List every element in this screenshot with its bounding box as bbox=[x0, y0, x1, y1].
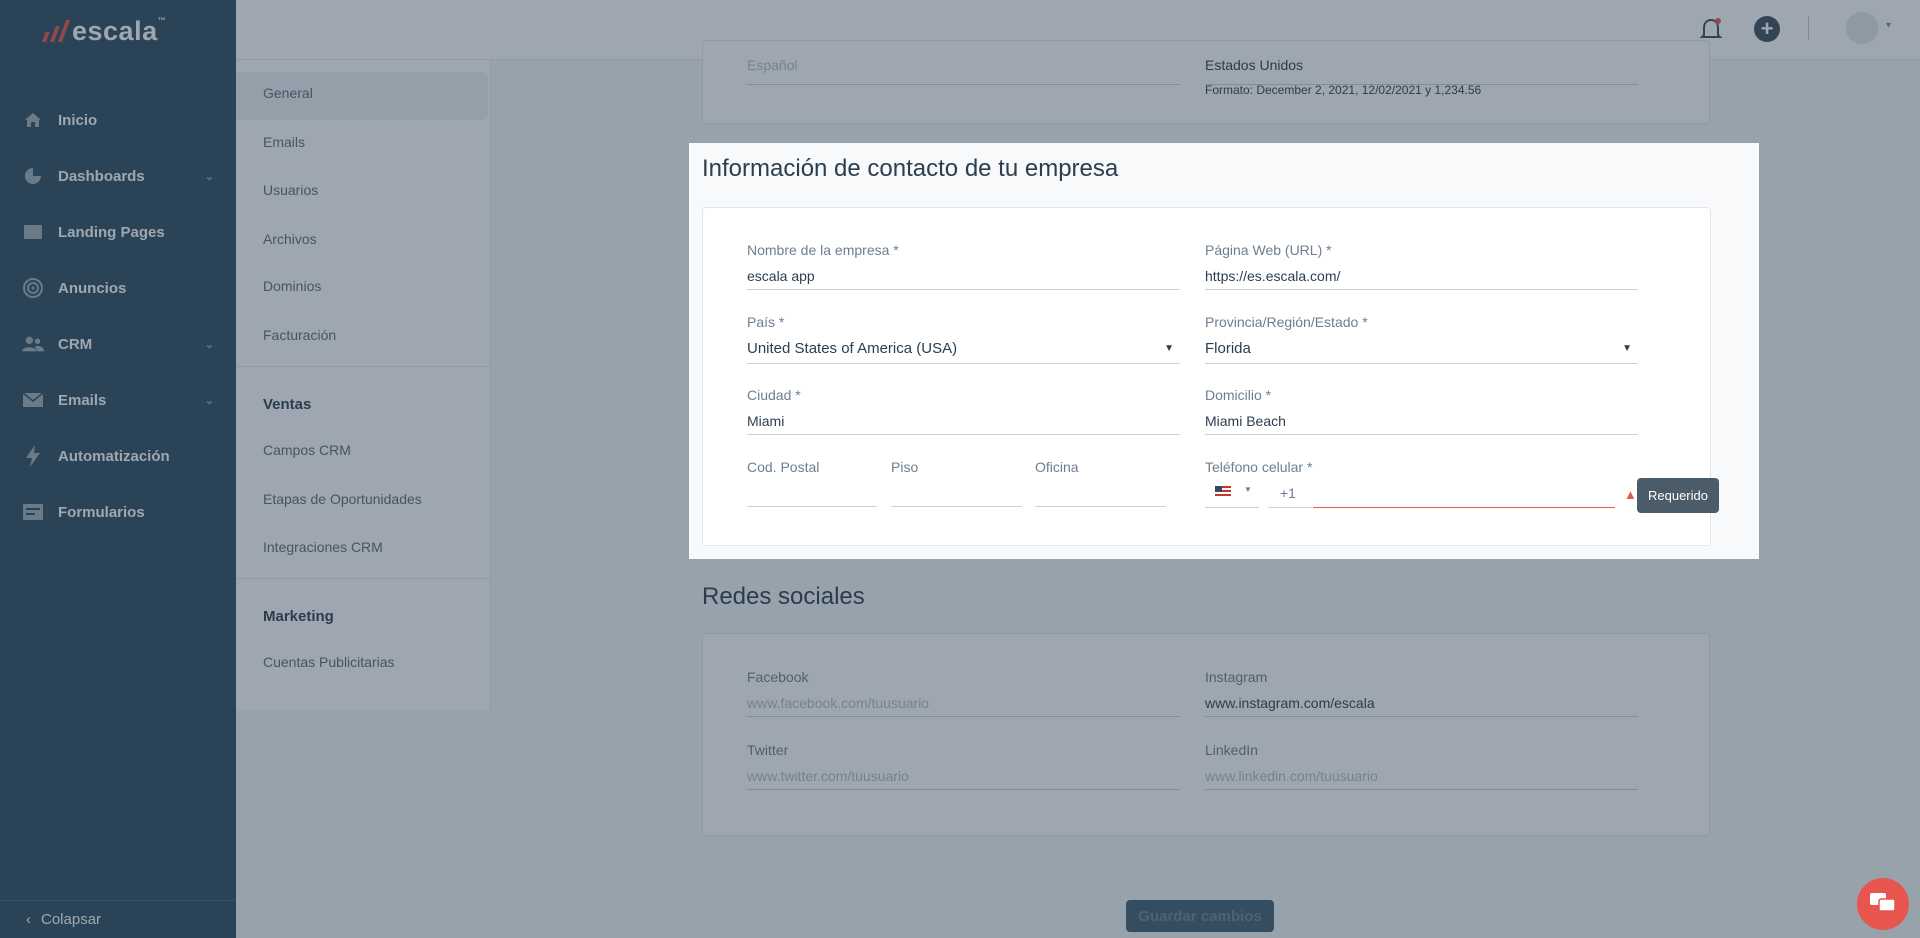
city-field[interactable]: Ciudad * Miami bbox=[747, 387, 1180, 435]
required-tooltip: Requerido bbox=[1637, 478, 1719, 513]
contact-info-section: Información de contacto de tu empresa No… bbox=[689, 143, 1759, 559]
phone-dial-code: +1 bbox=[1268, 482, 1312, 508]
contact-info-card: Nombre de la empresa * escala app Página… bbox=[702, 207, 1711, 546]
warning-icon: ▲ bbox=[1624, 487, 1637, 502]
floor-field[interactable]: Piso bbox=[891, 459, 1022, 507]
caret-down-icon: ▼ bbox=[1164, 343, 1174, 354]
postal-code-field[interactable]: Cod. Postal bbox=[747, 459, 877, 507]
company-name-field[interactable]: Nombre de la empresa * escala app bbox=[747, 242, 1180, 290]
office-field[interactable]: Oficina bbox=[1035, 459, 1166, 507]
contact-section-title: Información de contacto de tu empresa bbox=[702, 155, 1119, 182]
address-field[interactable]: Domicilio * Miami Beach bbox=[1205, 387, 1638, 435]
phone-country-select[interactable]: ▼ bbox=[1205, 482, 1259, 508]
us-flag-icon bbox=[1215, 486, 1231, 497]
caret-down-icon: ▼ bbox=[1244, 485, 1252, 494]
region-select[interactable]: Provincia/Región/Estado * Florida ▼ bbox=[1205, 314, 1638, 364]
chat-button[interactable] bbox=[1857, 878, 1909, 930]
phone-label: Teléfono celular * bbox=[1205, 459, 1313, 475]
country-select[interactable]: País * United States of America (USA) ▼ bbox=[747, 314, 1180, 364]
website-field[interactable]: Página Web (URL) * https://es.escala.com… bbox=[1205, 242, 1638, 290]
chat-icon bbox=[1870, 893, 1896, 912]
caret-down-icon: ▼ bbox=[1622, 343, 1632, 354]
phone-input[interactable] bbox=[1313, 482, 1615, 508]
